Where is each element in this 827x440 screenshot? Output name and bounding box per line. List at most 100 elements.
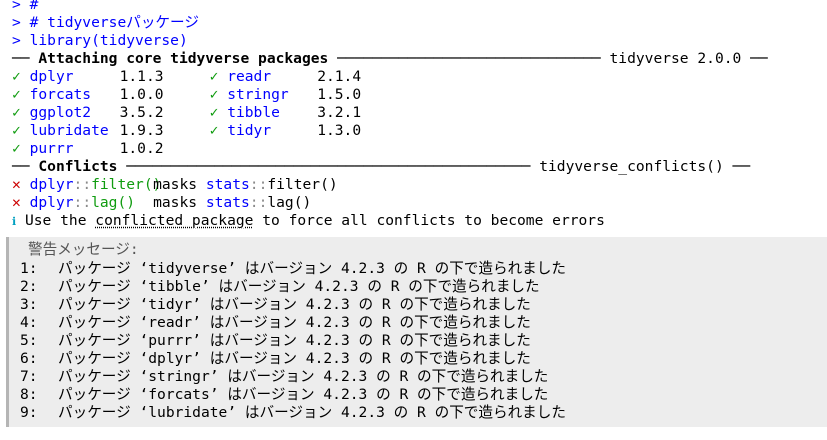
prompt: > bbox=[12, 14, 21, 31]
package-name: ggplot2 bbox=[29, 104, 92, 121]
check-icon: ✓ bbox=[12, 104, 21, 121]
warning-number: 6: bbox=[20, 350, 38, 367]
masked-package: stats bbox=[205, 194, 250, 211]
warning-number: 9: bbox=[20, 404, 38, 421]
check-icon: ✓ bbox=[209, 122, 219, 139]
package-name: tibble bbox=[227, 104, 280, 121]
warning-item: 3: パッケージ ‘tidyr’ はバージョン 4.2.3 の R の下で造られま… bbox=[20, 296, 531, 314]
warning-number: 8: bbox=[20, 386, 38, 403]
check-icon: ✓ bbox=[12, 140, 21, 157]
conflict-row: ✕ dplyr::filter()masks stats::filter() bbox=[0, 176, 338, 194]
package-row: ✓ forcats 1.0.0 ✓ stringr 1.5.0 bbox=[0, 86, 361, 104]
header-rule: ────────────────────────────────────────… bbox=[126, 158, 531, 175]
package-name: tidyr bbox=[227, 122, 272, 139]
warning-text: パッケージ ‘dplyr’ はバージョン 4.2.3 の R の下で造られました bbox=[58, 350, 531, 367]
package-version: 1.0.0 bbox=[119, 86, 164, 103]
warning-text: パッケージ ‘stringr’ はバージョン 4.2.3 の R の下で造られま… bbox=[58, 368, 549, 385]
header-rule: ── bbox=[12, 158, 30, 175]
info-line: ℹ Use the conflicted package to force al… bbox=[0, 212, 605, 230]
command-line: > # tidyverseパッケージ bbox=[0, 14, 199, 32]
conflict-function: filter() bbox=[91, 176, 162, 193]
r-console[interactable]: > # > # tidyverseパッケージ > library(tidyver… bbox=[0, 0, 827, 440]
masked-package: stats bbox=[205, 176, 250, 193]
cross-icon: ✕ bbox=[12, 176, 21, 193]
package-version: 1.5.0 bbox=[317, 86, 362, 103]
warning-text: パッケージ ‘purrr’ はバージョン 4.2.3 の R の下で造られました bbox=[58, 332, 531, 349]
warning-item: 2: パッケージ ‘tibble’ はバージョン 4.2.3 の R の下で造られ… bbox=[20, 278, 540, 296]
package-row: ✓ dplyr 1.1.3 ✓ readr 2.1.4 bbox=[0, 68, 361, 86]
attach-header: ── Attaching core tidyverse packages ───… bbox=[0, 50, 768, 68]
warning-number: 1: bbox=[20, 260, 38, 277]
warning-number: 2: bbox=[20, 278, 38, 295]
package-name: readr bbox=[227, 68, 272, 85]
package-name: purrr bbox=[29, 140, 74, 157]
package-name: lubridate bbox=[29, 122, 109, 139]
namespace-separator: :: bbox=[249, 194, 268, 211]
conflicts-header: ── Conflicts ───────────────────────────… bbox=[0, 158, 750, 176]
namespace-separator: :: bbox=[249, 176, 268, 193]
header-rule: ────────────────────────────── bbox=[337, 50, 601, 67]
conflicts-title: Conflicts bbox=[38, 158, 118, 175]
package-version: 1.3.0 bbox=[317, 122, 362, 139]
header-rule: ── bbox=[732, 158, 751, 175]
conflict-row: ✕ dplyr::lag() masks stats::lag() bbox=[0, 194, 311, 212]
warning-text: パッケージ ‘tidyr’ はバージョン 4.2.3 の R の下で造られました bbox=[58, 296, 531, 313]
prompt: > bbox=[12, 0, 21, 13]
warning-text: パッケージ ‘readr’ はバージョン 4.2.3 の R の下で造られました bbox=[58, 314, 531, 331]
command-line: > # bbox=[0, 0, 38, 14]
package-row: ✓ lubridate 1.9.3 ✓ tidyr 1.3.0 bbox=[0, 122, 361, 140]
warning-item: 9: パッケージ ‘lubridate’ はバージョン 4.2.3 の R の下で… bbox=[20, 404, 566, 422]
warning-title: 警告メッセージ: bbox=[28, 241, 139, 258]
warning-number: 5: bbox=[20, 332, 38, 349]
masked-function: lag() bbox=[267, 194, 312, 211]
info-text-before: Use the bbox=[24, 212, 96, 229]
warning-item: 1: パッケージ ‘tidyverse’ はバージョン 4.2.3 の R の下で… bbox=[20, 260, 566, 278]
tidyverse-version: tidyverse 2.0.0 bbox=[609, 50, 742, 67]
command-line: > library(tidyverse) bbox=[0, 32, 188, 50]
masks-word: masks bbox=[153, 176, 198, 193]
command-text: # bbox=[29, 0, 39, 13]
check-icon: ✓ bbox=[209, 104, 219, 121]
conflicts-function-name: tidyverse_conflicts() bbox=[539, 158, 724, 175]
warning-text: パッケージ ‘lubridate’ はバージョン 4.2.3 の R の下で造ら… bbox=[58, 404, 566, 421]
conflict-function: lag() bbox=[91, 194, 136, 211]
warning-item: 5: パッケージ ‘purrr’ はバージョン 4.2.3 の R の下で造られま… bbox=[20, 332, 531, 350]
warning-number: 4: bbox=[20, 314, 38, 331]
cross-icon: ✕ bbox=[12, 194, 21, 211]
check-icon: ✓ bbox=[12, 68, 21, 85]
package-version: 1.1.3 bbox=[119, 68, 164, 85]
check-icon: ✓ bbox=[12, 86, 21, 103]
conflict-package: dplyr bbox=[29, 194, 74, 211]
warning-item: 6: パッケージ ‘dplyr’ はバージョン 4.2.3 の R の下で造られま… bbox=[20, 350, 531, 368]
check-icon: ✓ bbox=[209, 86, 219, 103]
command-text: # tidyverseパッケージ bbox=[29, 14, 199, 31]
command-text: library(tidyverse) bbox=[29, 32, 188, 49]
namespace-separator: :: bbox=[73, 176, 92, 193]
header-rule: ── bbox=[750, 50, 768, 67]
warning-text: パッケージ ‘forcats’ はバージョン 4.2.3 の R の下で造られま… bbox=[58, 386, 549, 403]
package-name: forcats bbox=[29, 86, 92, 103]
prompt: > bbox=[12, 32, 21, 49]
package-version: 1.0.2 bbox=[119, 140, 164, 157]
conflict-package: dplyr bbox=[29, 176, 74, 193]
package-row: ✓ ggplot2 3.5.2 ✓ tibble 3.2.1 bbox=[0, 104, 361, 122]
warning-item: 4: パッケージ ‘readr’ はバージョン 4.2.3 の R の下で造られま… bbox=[20, 314, 531, 332]
check-icon: ✓ bbox=[209, 68, 219, 85]
package-version: 1.9.3 bbox=[119, 122, 164, 139]
header-rule: ── bbox=[12, 50, 30, 67]
warning-item: 7: パッケージ ‘stringr’ はバージョン 4.2.3 の R の下で造ら… bbox=[20, 368, 548, 386]
attach-title: Attaching core tidyverse packages bbox=[38, 50, 329, 67]
package-version: 2.1.4 bbox=[317, 68, 362, 85]
masked-function: filter() bbox=[267, 176, 338, 193]
warning-number: 7: bbox=[20, 368, 38, 385]
package-version: 3.5.2 bbox=[119, 104, 164, 121]
namespace-separator: :: bbox=[73, 194, 92, 211]
package-version: 3.2.1 bbox=[317, 104, 362, 121]
package-name: stringr bbox=[227, 86, 289, 103]
masks-word: masks bbox=[153, 194, 198, 211]
conflicted-package-link[interactable]: conflicted package bbox=[95, 212, 253, 229]
warning-item: 8: パッケージ ‘forcats’ はバージョン 4.2.3 の R の下で造ら… bbox=[20, 386, 548, 404]
warning-text: パッケージ ‘tidyverse’ はバージョン 4.2.3 の R の下で造ら… bbox=[58, 260, 566, 277]
warning-message-box: 警告メッセージ: 1: パッケージ ‘tidyverse’ はバージョン 4.2.… bbox=[6, 237, 827, 427]
check-icon: ✓ bbox=[12, 122, 21, 139]
